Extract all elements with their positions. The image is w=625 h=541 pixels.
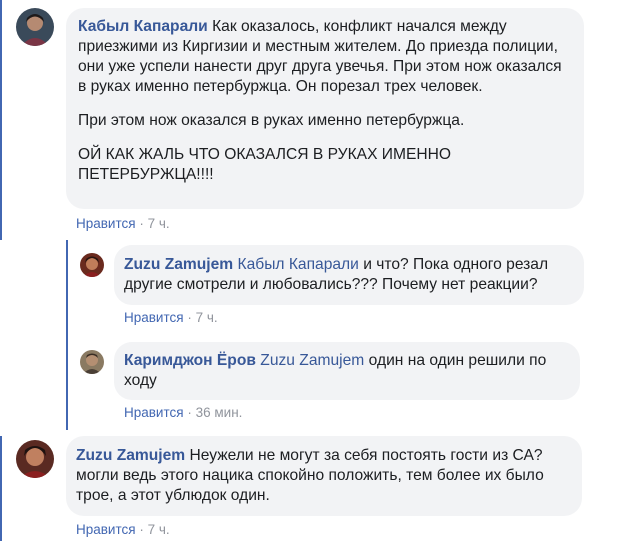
reply-actions: Нравится · 36 мин. <box>124 405 242 421</box>
timestamp[interactable]: 36 мин. <box>196 405 243 420</box>
reply-text: Zuzu Zamujem Кабыл Капарали и что? Пока … <box>124 256 549 293</box>
comment-bubble: Кабыл Капарали Как оказалось, конфликт н… <box>66 8 584 209</box>
avatar[interactable] <box>16 8 54 46</box>
mention-link[interactable]: Кабыл Капарали <box>238 256 359 273</box>
separator-dot: · <box>139 522 144 537</box>
thread-line-bottom <box>0 436 2 541</box>
thread-line-main <box>0 0 2 240</box>
timestamp[interactable]: 7 ч. <box>148 216 170 231</box>
comment-author[interactable]: Zuzu Zamujem <box>76 447 185 464</box>
reply-author[interactable]: Zuzu Zamujem <box>124 256 233 273</box>
thread-line-replies <box>66 240 68 430</box>
reply-author[interactable]: Каримджон Ёров <box>124 352 256 369</box>
reply-actions: Нравится · 7 ч. <box>124 310 218 326</box>
like-link[interactable]: Нравится <box>124 405 184 420</box>
comment-text: Кабыл Капарали Как оказалось, конфликт н… <box>78 18 562 95</box>
separator-dot: · <box>139 216 144 231</box>
timestamp[interactable]: 7 ч. <box>196 310 218 325</box>
timestamp[interactable]: 7 ч. <box>148 522 170 537</box>
like-link[interactable]: Нравится <box>76 522 136 537</box>
user-photo-icon <box>16 8 54 46</box>
comment-author[interactable]: Кабыл Капарали <box>78 18 208 35</box>
comment-text: Zuzu Zamujem Неужели не могут за себя по… <box>76 447 544 504</box>
comment-actions: Нравится · 7 ч. <box>76 216 170 232</box>
comment-text: При этом нож оказался в руках именно пет… <box>78 112 465 129</box>
user-photo-icon <box>80 350 104 374</box>
avatar[interactable] <box>80 350 104 374</box>
reply-bubble: Zuzu Zamujem Кабыл Капарали и что? Пока … <box>114 245 584 305</box>
mention-link[interactable]: Zuzu Zamujem <box>260 352 364 369</box>
reply-text: Каримджон Ёров Zuzu Zamujem один на один… <box>124 352 547 389</box>
comment-text: ОЙ КАК ЖАЛЬ ЧТО ОКАЗАЛСЯ В РУКАХ ИМЕННО … <box>78 146 452 183</box>
separator-dot: · <box>187 310 192 325</box>
reply-bubble: Каримджон Ёров Zuzu Zamujem один на один… <box>114 342 580 400</box>
separator-dot: · <box>187 405 192 420</box>
avatar[interactable] <box>80 253 104 277</box>
user-photo-icon <box>80 253 104 277</box>
like-link[interactable]: Нравится <box>76 216 136 231</box>
comment-actions: Нравится · 7 ч. <box>76 522 170 538</box>
user-photo-icon <box>16 440 54 478</box>
like-link[interactable]: Нравится <box>124 310 184 325</box>
comment-bubble: Zuzu Zamujem Неужели не могут за себя по… <box>66 436 582 516</box>
avatar[interactable] <box>16 440 54 478</box>
